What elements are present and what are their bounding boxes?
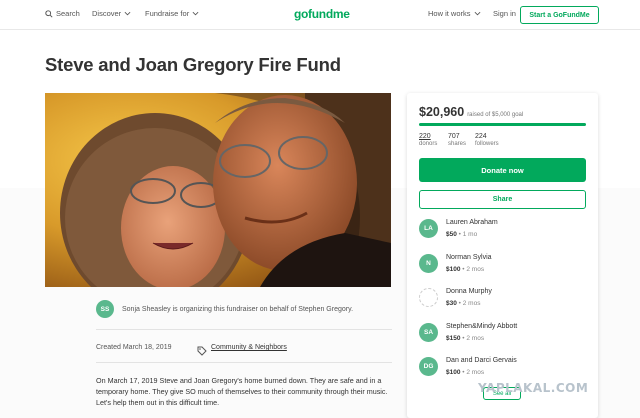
donor-avatar: N xyxy=(419,254,438,273)
stat-shares: 707 shares xyxy=(448,133,466,147)
stat-number: 224 xyxy=(475,133,487,140)
donor-meta: $50 • 1 mo xyxy=(446,231,477,238)
discover-label: Discover xyxy=(92,9,122,18)
discover-menu[interactable]: Discover xyxy=(92,9,131,18)
donor-meta: $100 • 2 mos xyxy=(446,369,484,376)
search-link[interactable]: Search xyxy=(45,9,80,18)
donor-time: 2 mos xyxy=(466,335,485,342)
donor-time: 1 mo xyxy=(462,231,478,238)
how-it-works-label: How it works xyxy=(428,9,471,18)
donor-time: 2 mos xyxy=(462,300,481,307)
donor-item: N Norman Sylvia $100 • 2 mos xyxy=(419,252,589,282)
raised-summary: $20,960 raised of $5,000 goal xyxy=(419,105,523,119)
stat-label: shares xyxy=(448,141,467,147)
search-label: Search xyxy=(56,9,80,18)
organizer-text: Sonja Sheasley is organizing this fundra… xyxy=(122,306,354,313)
campaign-story: On March 17, 2019 Steve and Joan Gregory… xyxy=(96,376,388,407)
fundraise-for-menu[interactable]: Fundraise for xyxy=(145,9,199,18)
how-it-works-menu[interactable]: How it works xyxy=(428,9,481,18)
donor-name: Lauren Abraham xyxy=(446,219,498,226)
donation-card: $20,960 raised of $5,000 goal 220 donors… xyxy=(407,93,598,418)
donor-time: 2 mos xyxy=(466,266,485,273)
progress-bar xyxy=(419,123,586,126)
organizer-avatar: SS xyxy=(96,300,114,318)
donor-amount: $100 xyxy=(446,266,461,273)
donor-item: Donna Murphy $30 • 2 mos xyxy=(419,286,589,316)
created-date: Created March 18, 2019 xyxy=(96,344,172,351)
donor-item: LA Lauren Abraham $50 • 1 mo xyxy=(419,217,589,247)
site-watermark: YAPLAKAL.COM xyxy=(478,381,589,395)
stat-number: 707 xyxy=(448,133,460,140)
gofundme-logo[interactable]: gofundme xyxy=(294,7,350,21)
donor-amount: $50 xyxy=(446,231,457,238)
start-gofundme-button[interactable]: Start a GoFundMe xyxy=(520,6,599,24)
donor-amount: $30 xyxy=(446,300,457,307)
donor-amount: $100 xyxy=(446,369,461,376)
donor-name: Donna Murphy xyxy=(446,288,492,295)
donor-meta: $150 • 2 mos xyxy=(446,335,484,342)
chevron-down-icon xyxy=(124,11,131,16)
stat-label: donors xyxy=(419,141,438,147)
raised-amount: $20,960 xyxy=(419,105,465,119)
donor-amount: $150 xyxy=(446,335,461,342)
divider xyxy=(96,362,392,363)
sign-in-link[interactable]: Sign in xyxy=(493,9,516,18)
fundraise-for-label: Fundraise for xyxy=(145,9,190,18)
raised-goal: raised of $5,000 goal xyxy=(467,112,524,118)
category-link[interactable]: Community & Neighbors xyxy=(211,344,287,351)
donor-meta: $100 • 2 mos xyxy=(446,266,484,273)
divider xyxy=(96,329,392,330)
donor-avatar: SA xyxy=(419,323,438,342)
page-title: Steve and Joan Gregory Fire Fund xyxy=(45,54,341,75)
donor-avatar-placeholder xyxy=(419,288,438,307)
share-button[interactable]: Share xyxy=(419,190,586,209)
stat-followers: 224 followers xyxy=(475,133,499,147)
stat-label: followers xyxy=(475,141,499,147)
top-nav: Search Discover Fundraise for gofundme H… xyxy=(0,0,640,30)
chevron-down-icon xyxy=(192,11,199,16)
tag-icon xyxy=(197,343,207,361)
donor-avatar: DG xyxy=(419,357,438,376)
donor-name: Norman Sylvia xyxy=(446,254,492,261)
donate-now-button[interactable]: Donate now xyxy=(419,158,586,182)
donor-name: Dan and Darci Gervais xyxy=(446,357,517,364)
progress-fill xyxy=(419,123,586,126)
donor-meta: $30 • 2 mos xyxy=(446,300,480,307)
donor-name: Stephen&Mindy Abbott xyxy=(446,323,518,330)
stat-number: 220 xyxy=(419,133,431,140)
donor-time: 2 mos xyxy=(466,369,485,376)
donor-avatar: LA xyxy=(419,219,438,238)
chevron-down-icon xyxy=(474,11,481,16)
stat-donors[interactable]: 220 donors xyxy=(419,133,437,147)
search-icon xyxy=(45,9,53,18)
donor-item: SA Stephen&Mindy Abbott $150 • 2 mos xyxy=(419,321,589,351)
campaign-photo[interactable] xyxy=(45,93,391,287)
